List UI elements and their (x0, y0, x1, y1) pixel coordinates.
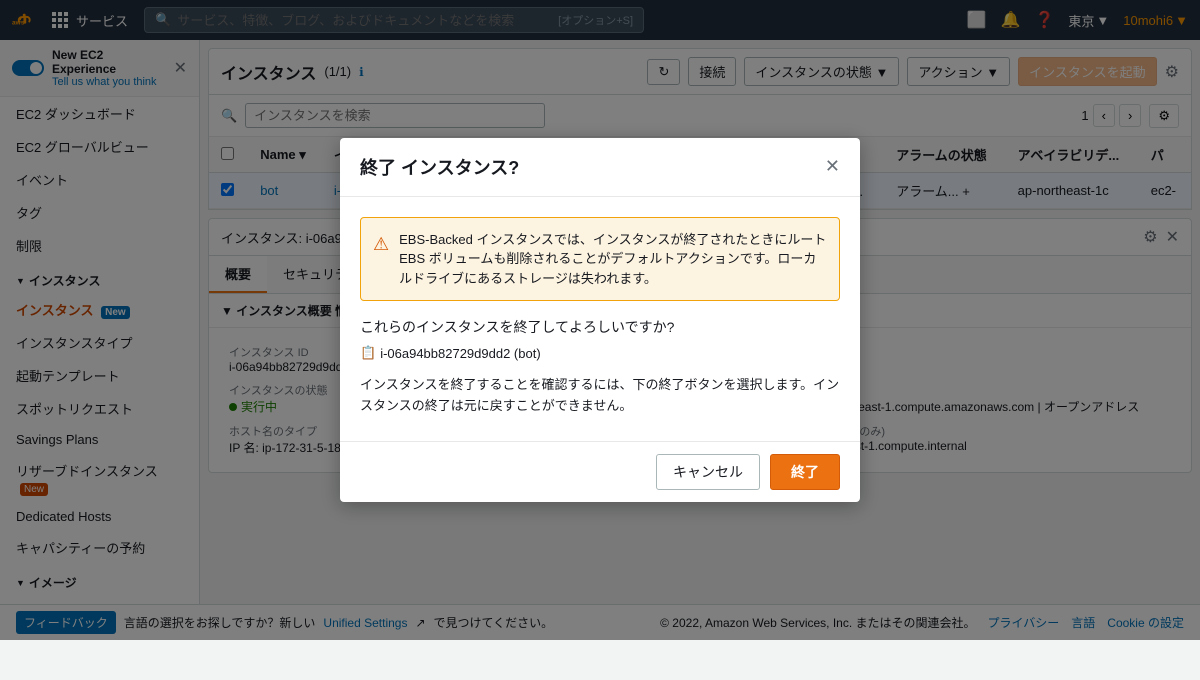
copy-icon: 📋 (360, 345, 376, 361)
modal-body: ⚠ EBS-Backed インスタンスでは、インスタンスが終了されたときにルート… (340, 197, 860, 441)
modal-question: これらのインスタンスを終了してよろしいですか? (360, 317, 840, 337)
warning-box: ⚠ EBS-Backed インスタンスでは、インスタンスが終了されたときにルート… (360, 217, 840, 302)
terminate-modal: 終了 インスタンス? ✕ ⚠ EBS-Backed インスタンスでは、インスタン… (340, 138, 860, 502)
instance-label: i-06a94bb82729d9dd2 (bot) (380, 346, 540, 361)
modal-overlay: 終了 インスタンス? ✕ ⚠ EBS-Backed インスタンスでは、インスタン… (0, 0, 1200, 640)
modal-confirm-text: インスタンスを終了することを確認するには、下の終了ボタンを選択します。インスタン… (360, 375, 840, 417)
modal-title: 終了 インスタンス? (360, 154, 519, 180)
warning-text: EBS-Backed インスタンスでは、インスタンスが終了されたときにルート E… (399, 230, 827, 289)
modal-header: 終了 インスタンス? ✕ (340, 138, 860, 197)
instance-badge: 📋 i-06a94bb82729d9dd2 (bot) (360, 345, 541, 361)
terminate-button[interactable]: 終了 (770, 454, 840, 490)
warning-icon: ⚠ (373, 231, 389, 289)
modal-close-button[interactable]: ✕ (825, 156, 840, 177)
cancel-button[interactable]: キャンセル (656, 454, 760, 490)
modal-footer: キャンセル 終了 (340, 441, 860, 502)
